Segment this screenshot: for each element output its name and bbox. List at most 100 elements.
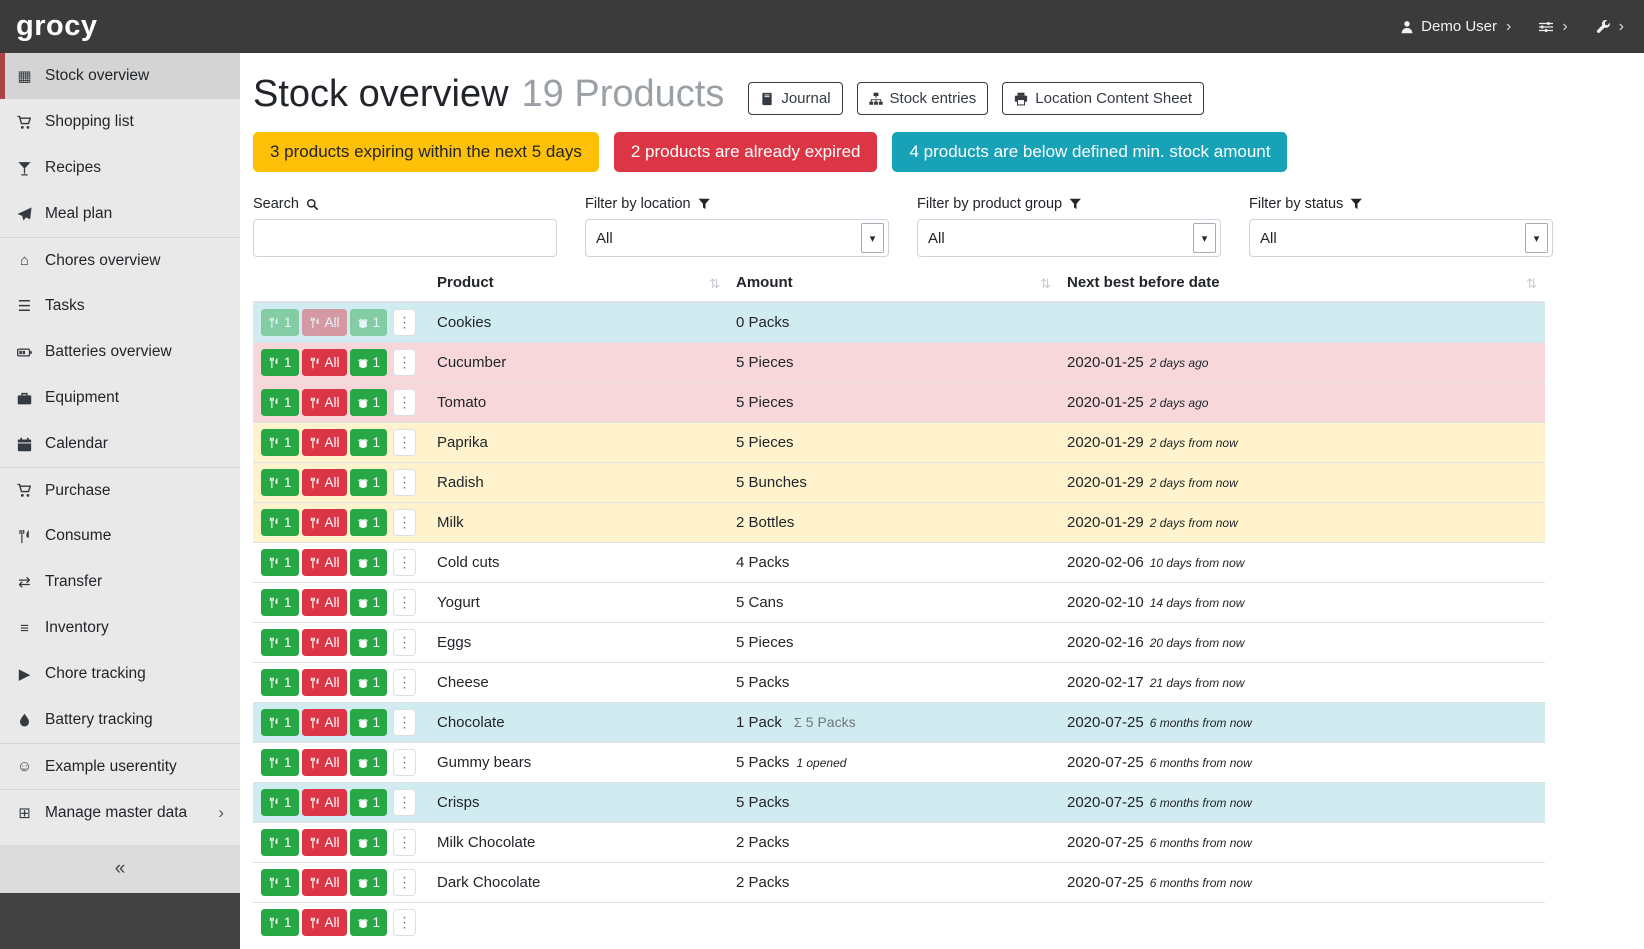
amount-column-header[interactable]: Amount ⇅ [728,269,1059,302]
expired-banner[interactable]: 2 products are already expired [614,132,878,172]
open-one-button[interactable]: 1 [350,829,388,856]
consume-one-button[interactable]: 1 [261,549,299,576]
status-select[interactable]: All ▾ [1249,219,1553,257]
consume-one-button[interactable]: 1 [261,789,299,816]
open-one-button[interactable]: 1 [350,709,388,736]
consume-one-button[interactable]: 1 [261,749,299,776]
consume-one-button[interactable]: 1 [261,469,299,496]
open-one-button[interactable]: 1 [350,909,388,936]
open-one-button[interactable]: 1 [350,309,388,336]
row-menu-button[interactable]: ⋮ [393,309,416,336]
consume-all-button[interactable]: All [302,509,347,536]
user-menu[interactable]: Demo User › [1400,18,1511,35]
consume-all-button[interactable]: All [302,749,347,776]
stock-entries-button[interactable]: Stock entries [857,82,989,115]
open-one-button[interactable]: 1 [350,389,388,416]
consume-all-button[interactable]: All [302,709,347,736]
sidebar-item-tasks[interactable]: ☰Tasks [0,283,240,329]
row-menu-button[interactable]: ⋮ [393,749,416,776]
open-one-button[interactable]: 1 [350,869,388,896]
consume-all-button[interactable]: All [302,429,347,456]
product-column-header[interactable]: Product ⇅ [429,269,728,302]
row-menu-button[interactable]: ⋮ [393,549,416,576]
consume-one-button[interactable]: 1 [261,829,299,856]
product-group-select[interactable]: All ▾ [917,219,1221,257]
location-content-sheet-button[interactable]: Location Content Sheet [1002,82,1204,115]
consume-one-button[interactable]: 1 [261,349,299,376]
row-menu-button[interactable]: ⋮ [393,829,416,856]
consume-all-button[interactable]: All [302,549,347,576]
sidebar-item-batteries-overview[interactable]: Batteries overview [0,329,240,375]
consume-all-button[interactable]: All [302,789,347,816]
sidebar-item-label: Manage master data [45,804,207,822]
consume-one-button[interactable]: 1 [261,509,299,536]
journal-button[interactable]: Journal [748,82,842,115]
sidebar-item-chores-overview[interactable]: ⌂Chores overview [0,237,240,283]
sidebar-item-equipment[interactable]: Equipment [0,375,240,421]
consume-one-button[interactable]: 1 [261,629,299,656]
consume-one-button[interactable]: 1 [261,589,299,616]
row-menu-button[interactable]: ⋮ [393,429,416,456]
below-min-stock-banner[interactable]: 4 products are below defined min. stock … [892,132,1287,172]
open-one-button[interactable]: 1 [350,469,388,496]
consume-one-button[interactable]: 1 [261,309,299,336]
consume-all-button[interactable]: All [302,469,347,496]
open-one-button[interactable]: 1 [350,509,388,536]
open-one-button[interactable]: 1 [350,669,388,696]
settings-menu[interactable]: › [1539,19,1567,35]
sidebar-item-recipes[interactable]: Recipes [0,145,240,191]
open-one-button[interactable]: 1 [350,589,388,616]
consume-one-button[interactable]: 1 [261,869,299,896]
location-select[interactable]: All ▾ [585,219,889,257]
sidebar-item-chore-tracking[interactable]: ▶Chore tracking [0,651,240,697]
row-menu-button[interactable]: ⋮ [393,469,416,496]
sidebar-item-meal-plan[interactable]: Meal plan [0,191,240,237]
consume-one-button[interactable]: 1 [261,429,299,456]
consume-all-button[interactable]: All [302,909,347,936]
consume-all-button[interactable]: All [302,349,347,376]
row-menu-button[interactable]: ⋮ [393,629,416,656]
consume-all-button[interactable]: All [302,389,347,416]
open-one-button[interactable]: 1 [350,789,388,816]
sidebar-collapse-button[interactable]: « [0,845,240,893]
consume-all-button[interactable]: All [302,629,347,656]
open-one-button[interactable]: 1 [350,629,388,656]
sidebar-item-inventory[interactable]: ≡Inventory [0,605,240,651]
best-before-column-header[interactable]: Next best before date ⇅ [1059,269,1545,302]
consume-one-button[interactable]: 1 [261,709,299,736]
row-menu-button[interactable]: ⋮ [393,349,416,376]
consume-one-button[interactable]: 1 [261,389,299,416]
sidebar-item-manage-master-data[interactable]: ⊞Manage master data› [0,789,240,835]
expiring-banner[interactable]: 3 products expiring within the next 5 da… [253,132,599,172]
sidebar-item-battery-tracking[interactable]: Battery tracking [0,697,240,743]
open-one-button[interactable]: 1 [350,429,388,456]
sidebar-item-consume[interactable]: Consume [0,513,240,559]
row-menu-button[interactable]: ⋮ [393,589,416,616]
consume-all-button[interactable]: All [302,829,347,856]
open-one-button[interactable]: 1 [350,749,388,776]
sidebar-item-example-userentity[interactable]: ☺Example userentity [0,743,240,789]
row-menu-button[interactable]: ⋮ [393,509,416,536]
open-one-button[interactable]: 1 [350,349,388,376]
consume-one-button[interactable]: 1 [261,909,299,936]
row-menu-button[interactable]: ⋮ [393,389,416,416]
open-one-button[interactable]: 1 [350,549,388,576]
sidebar-item-calendar[interactable]: Calendar [0,421,240,467]
consume-all-button[interactable]: All [302,309,347,336]
consume-one-button[interactable]: 1 [261,669,299,696]
search-input[interactable] [253,219,557,257]
row-menu-button[interactable]: ⋮ [393,709,416,736]
row-menu-button[interactable]: ⋮ [393,789,416,816]
row-menu-button[interactable]: ⋮ [393,869,416,896]
row-menu-button[interactable]: ⋮ [393,669,416,696]
sidebar-item-transfer[interactable]: ⇄Transfer [0,559,240,605]
consume-all-button[interactable]: All [302,589,347,616]
consume-all-button[interactable]: All [302,669,347,696]
sidebar-item-purchase[interactable]: Purchase [0,467,240,513]
app-logo[interactable]: grocy [16,10,97,43]
sidebar-item-shopping-list[interactable]: Shopping list [0,99,240,145]
admin-menu[interactable]: › [1596,19,1624,35]
consume-all-button[interactable]: All [302,869,347,896]
row-menu-button[interactable]: ⋮ [393,909,416,936]
sidebar-item-stock-overview[interactable]: ▦Stock overview [0,53,240,99]
